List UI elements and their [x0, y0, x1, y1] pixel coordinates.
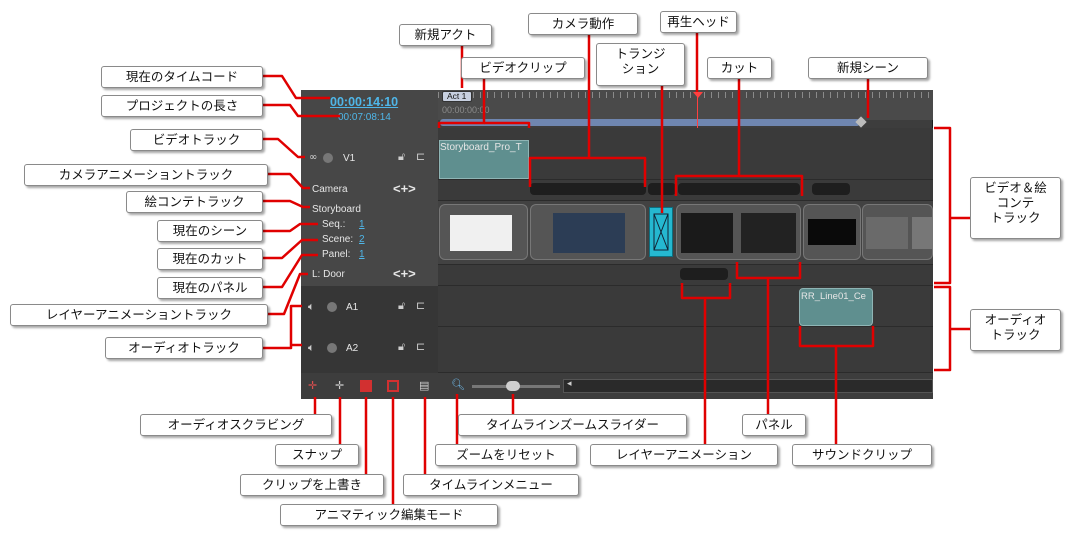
callout-video-storyboard-tracks-text: ビデオ＆絵 コンテ トラック: [984, 180, 1047, 225]
callout-layer-animation: レイヤーアニメーション: [590, 444, 778, 466]
callout-audio-track: オーディオトラック: [105, 337, 263, 359]
callout-project-length: プロジェクトの長さ: [101, 95, 263, 117]
callout-layer-anim-track: レイヤーアニメーショントラック: [10, 304, 268, 326]
callout-audio-tracks: オーディオ トラック: [970, 309, 1061, 351]
callout-timeline-menu: タイムラインメニュー: [403, 474, 579, 496]
callout-overwrite-clips: クリップを上書き: [240, 474, 384, 496]
callout-panel: パネル: [742, 414, 806, 436]
callout-current-scene: 現在のシーン: [157, 220, 263, 242]
callout-new-scene: 新規シーン: [808, 57, 928, 79]
callout-video-track: ビデオトラック: [130, 129, 263, 151]
callout-camera-anim-track: カメラアニメーショントラック: [24, 164, 268, 186]
callout-transition: トランジ ション: [596, 43, 685, 86]
callout-playhead: 再生ヘッド: [660, 11, 737, 33]
callout-current-panel: 現在のパネル: [157, 277, 263, 299]
callout-video-storyboard-tracks: ビデオ＆絵 コンテ トラック: [970, 177, 1061, 239]
callout-animatic-mode: アニマティック編集モード: [280, 504, 498, 526]
callout-current-timecode: 現在のタイムコード: [101, 66, 263, 88]
callout-sound-clip: サウンドクリップ: [792, 444, 932, 466]
callout-current-cut: 現在のカット: [157, 248, 263, 270]
callout-audio-tracks-text: オーディオ トラック: [984, 312, 1047, 342]
callout-new-act: 新規アクト: [399, 24, 492, 46]
callout-cut: カット: [707, 57, 772, 79]
callout-snap: スナップ: [275, 444, 359, 466]
callout-zoom-slider: タイムラインズームスライダー: [458, 414, 687, 436]
callout-camera-motion: カメラ動作: [528, 13, 638, 35]
callout-reset-zoom: ズームをリセット: [435, 444, 577, 466]
callout-audio-scrub: オーディオスクラビング: [140, 414, 332, 436]
callout-transition-text: トランジ ション: [615, 46, 666, 76]
callout-video-clip: ビデオクリップ: [461, 57, 585, 79]
callout-storyboard-track: 絵コンテトラック: [126, 191, 263, 213]
